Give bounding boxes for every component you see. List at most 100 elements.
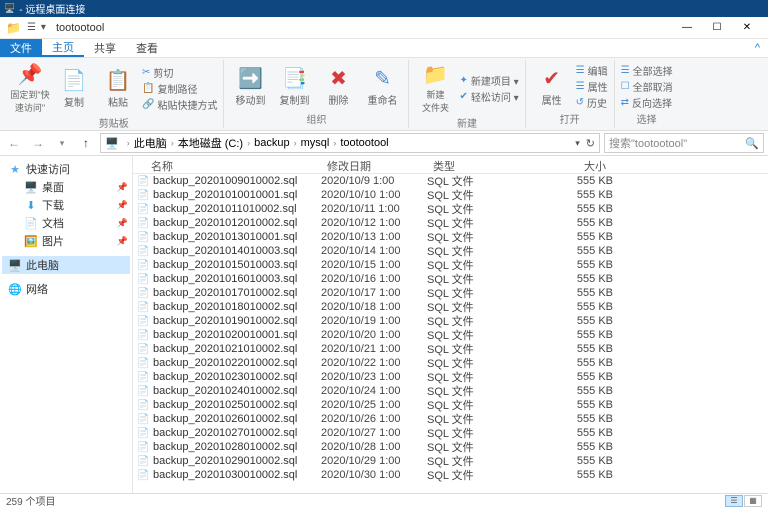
cut-button[interactable]: ✂剪切	[142, 65, 217, 80]
view-details-button[interactable]: ☰	[725, 495, 743, 507]
refresh-icon[interactable]: ↻	[586, 137, 595, 150]
file-row[interactable]: 📄backup_20201010010001.sql2020/10/10 1:0…	[133, 188, 768, 202]
column-size[interactable]: 大小	[527, 156, 613, 173]
select-none-icon: ☐	[621, 81, 630, 92]
search-input[interactable]: 搜索"tootootool" 🔍	[604, 133, 764, 153]
nav-documents[interactable]: 📄文档📌	[2, 214, 130, 232]
file-name: backup_20201027010002.sql	[153, 427, 297, 439]
file-row[interactable]: 📄backup_20201013010001.sql2020/10/13 1:0…	[133, 230, 768, 244]
recent-locations-button[interactable]: ▾	[52, 133, 72, 153]
file-date: 2020/10/17 1:00	[321, 287, 427, 299]
edit-icon: ☰	[576, 65, 585, 76]
pin-icon: 📌	[117, 218, 128, 229]
file-row[interactable]: 📄backup_20201025010002.sql2020/10/25 1:0…	[133, 398, 768, 412]
file-row[interactable]: 📄backup_20201009010002.sql2020/10/9 1:00…	[133, 174, 768, 188]
file-row[interactable]: 📄backup_20201021010002.sql2020/10/21 1:0…	[133, 342, 768, 356]
file-row[interactable]: 📄backup_20201018010002.sql2020/10/18 1:0…	[133, 300, 768, 314]
nav-desktop[interactable]: 🖥️桌面📌	[2, 178, 130, 196]
file-row[interactable]: 📄backup_20201011010002.sql2020/10/11 1:0…	[133, 202, 768, 216]
tab-home[interactable]: 主页	[42, 39, 84, 57]
navigation-pane: ★快速访问 🖥️桌面📌 ⬇下载📌 📄文档📌 🖼️图片📌 🖥️此电脑 🌐网络	[0, 156, 133, 493]
move-to-button[interactable]: ➡️移动到	[230, 62, 270, 110]
tab-file[interactable]: 文件	[0, 39, 42, 57]
column-headers: 名称 修改日期 类型 大小	[133, 156, 768, 174]
new-folder-button[interactable]: 📁新建 文件夹	[415, 62, 455, 114]
file-row[interactable]: 📄backup_20201029010002.sql2020/10/29 1:0…	[133, 454, 768, 468]
qat-properties-icon[interactable]: ☰	[27, 22, 36, 33]
props-small-button[interactable]: ☰属性	[576, 79, 608, 94]
file-row[interactable]: 📄backup_20201020010001.sql2020/10/20 1:0…	[133, 328, 768, 342]
breadcrumb-part[interactable]: 本地磁盘 (C:)	[178, 135, 243, 151]
column-date[interactable]: 修改日期	[321, 156, 427, 173]
nav-pictures[interactable]: 🖼️图片📌	[2, 232, 130, 250]
pin-icon: 📌	[117, 182, 128, 193]
tab-share[interactable]: 共享	[84, 39, 126, 57]
file-row[interactable]: 📄backup_20201017010002.sql2020/10/17 1:0…	[133, 286, 768, 300]
file-row[interactable]: 📄backup_20201016010003.sql2020/10/16 1:0…	[133, 272, 768, 286]
file-size: 555 KB	[527, 385, 613, 397]
file-icon: 📄	[137, 190, 149, 201]
breadcrumb-part[interactable]: backup	[254, 137, 289, 149]
copy-to-button[interactable]: 📑复制到	[274, 62, 314, 110]
address-dropdown-icon[interactable]: ▾	[575, 138, 580, 149]
file-row[interactable]: 📄backup_20201014010003.sql2020/10/14 1:0…	[133, 244, 768, 258]
history-button[interactable]: ↺历史	[576, 95, 608, 110]
paste-icon: 📋	[106, 68, 131, 93]
forward-button[interactable]: →	[28, 133, 48, 153]
file-row[interactable]: 📄backup_20201015010003.sql2020/10/15 1:0…	[133, 258, 768, 272]
file-row[interactable]: 📄backup_20201019010002.sql2020/10/19 1:0…	[133, 314, 768, 328]
file-row[interactable]: 📄backup_20201023010002.sql2020/10/23 1:0…	[133, 370, 768, 384]
file-name: backup_20201009010002.sql	[153, 175, 297, 187]
select-none-button[interactable]: ☐全部取消	[621, 79, 673, 94]
file-icon: 📄	[137, 386, 149, 397]
invert-selection-button[interactable]: ⇄反向选择	[621, 95, 673, 110]
file-name: backup_20201016010003.sql	[153, 273, 297, 285]
ribbon-group-organize: 组织	[230, 110, 402, 126]
nav-this-pc[interactable]: 🖥️此电脑	[2, 256, 130, 274]
column-name[interactable]: 名称	[133, 156, 321, 173]
file-row[interactable]: 📄backup_20201027010002.sql2020/10/27 1:0…	[133, 426, 768, 440]
rename-button[interactable]: ✎重命名	[362, 62, 402, 110]
file-row[interactable]: 📄backup_20201028010002.sql2020/10/28 1:0…	[133, 440, 768, 454]
file-icon: 📄	[137, 400, 149, 411]
nav-network[interactable]: 🌐网络	[2, 280, 130, 298]
breadcrumb-part[interactable]: tootootool	[340, 137, 388, 149]
file-icon: 📄	[137, 246, 149, 257]
nav-quick-access[interactable]: ★快速访问	[2, 160, 130, 178]
minimize-button[interactable]: —	[672, 17, 702, 39]
file-row[interactable]: 📄backup_20201030010002.sql2020/10/30 1:0…	[133, 468, 768, 482]
file-icon: 📄	[137, 428, 149, 439]
copy-path-button[interactable]: 📋复制路径	[142, 81, 217, 96]
back-button[interactable]: ←	[4, 133, 24, 153]
properties-button[interactable]: ✔属性	[532, 62, 572, 110]
file-row[interactable]: 📄backup_20201024010002.sql2020/10/24 1:0…	[133, 384, 768, 398]
file-row[interactable]: 📄backup_20201022010002.sql2020/10/22 1:0…	[133, 356, 768, 370]
file-name: backup_20201015010003.sql	[153, 259, 297, 271]
column-type[interactable]: 类型	[427, 156, 527, 173]
tab-view[interactable]: 查看	[126, 39, 168, 57]
edit-button[interactable]: ☰编辑	[576, 63, 608, 78]
close-button[interactable]: ✕	[732, 17, 762, 39]
nav-downloads[interactable]: ⬇下载📌	[2, 196, 130, 214]
up-button[interactable]: ↑	[76, 133, 96, 153]
select-all-button[interactable]: ☰全部选择	[621, 63, 673, 78]
view-icons-button[interactable]: ▦	[744, 495, 762, 507]
new-item-button[interactable]: ✦新建项目 ▾	[459, 73, 518, 88]
pin-to-quick-access-button[interactable]: 📌 固定到"快 速访问"	[10, 62, 50, 114]
breadcrumb[interactable]: 🖥️› 此电脑› 本地磁盘 (C:)› backup› mysql› tooto…	[100, 133, 600, 153]
maximize-button[interactable]: ☐	[702, 17, 732, 39]
file-icon: 📄	[137, 358, 149, 369]
qat-dropdown-icon[interactable]: ▾	[41, 22, 46, 33]
copy-button[interactable]: 📄 复制	[54, 62, 94, 114]
file-row[interactable]: 📄backup_20201012010002.sql2020/10/12 1:0…	[133, 216, 768, 230]
paste-shortcut-button[interactable]: 🔗粘贴快捷方式	[142, 97, 217, 112]
path-icon: 📋	[142, 83, 154, 94]
breadcrumb-part[interactable]: mysql	[301, 137, 330, 149]
file-row[interactable]: 📄backup_20201026010002.sql2020/10/26 1:0…	[133, 412, 768, 426]
breadcrumb-part[interactable]: 此电脑	[134, 135, 167, 151]
easy-access-button[interactable]: ✔轻松访问 ▾	[459, 89, 518, 104]
delete-button[interactable]: ✖删除	[318, 62, 358, 110]
ribbon-collapse[interactable]: ^	[747, 39, 768, 57]
paste-button[interactable]: 📋 粘贴	[98, 62, 138, 114]
ribbon: 📌 固定到"快 速访问" 📄 复制 📋 粘贴 ✂剪切 📋复制路径 🔗粘贴快捷方式…	[0, 58, 768, 131]
